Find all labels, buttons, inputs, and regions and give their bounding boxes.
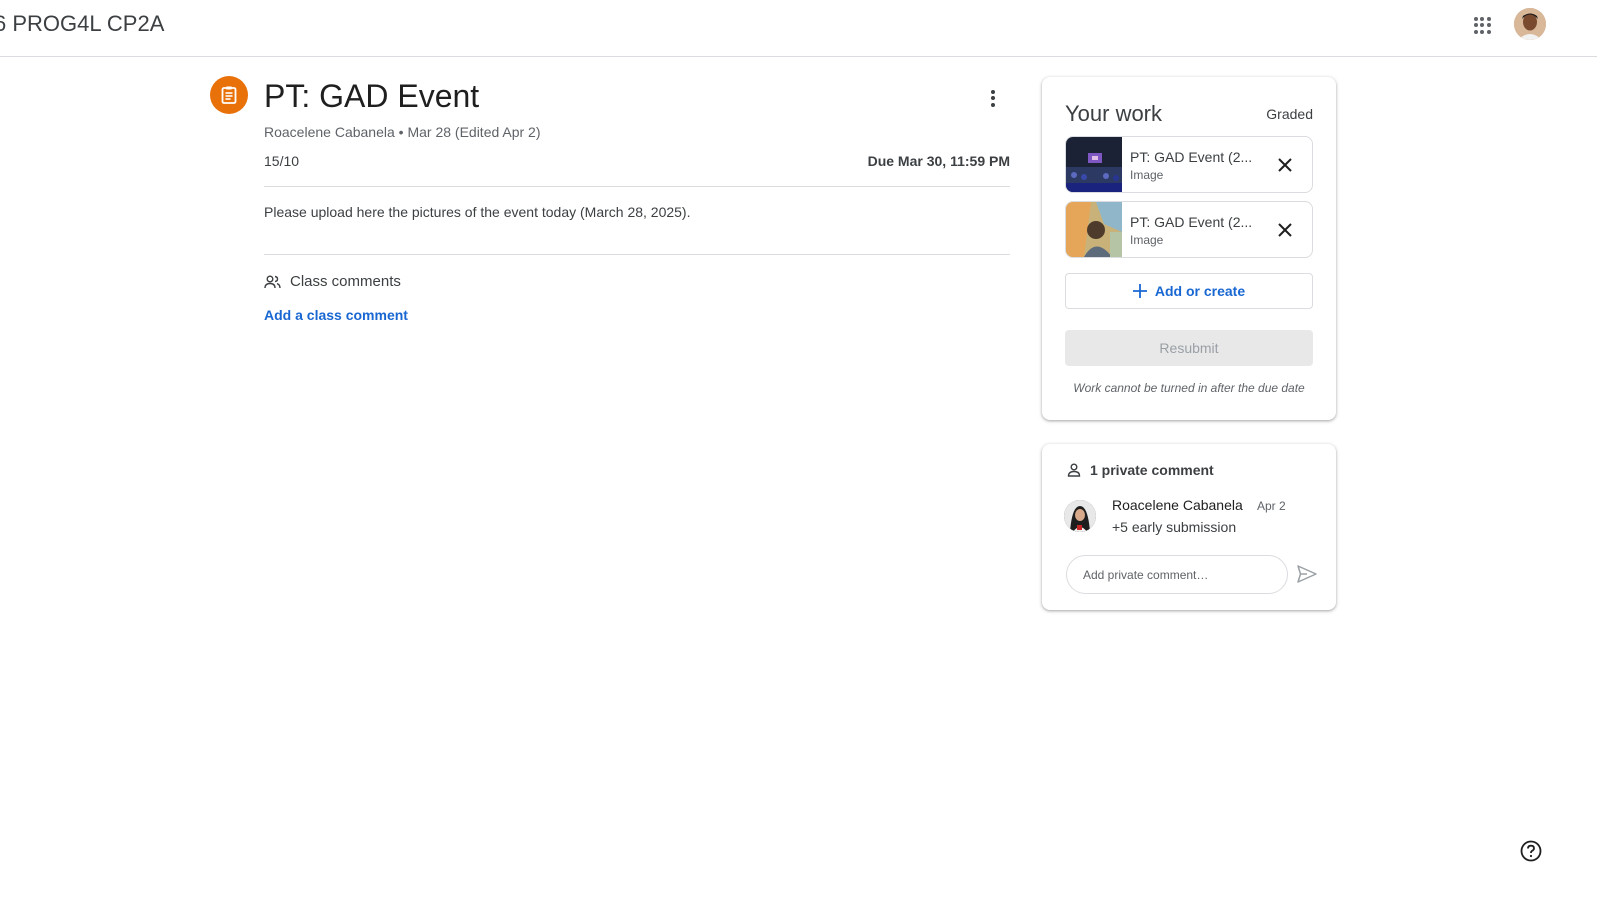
send-button[interactable] <box>1294 561 1320 587</box>
work-status-badge: Graded <box>1266 106 1313 122</box>
add-or-create-button[interactable]: Add or create <box>1065 273 1313 309</box>
your-work-card: Your work Graded PT: GAD Event (2... Ima… <box>1042 77 1336 420</box>
attachment-type: Image <box>1130 233 1164 247</box>
assignment-due-date: Due Mar 30, 11:59 PM <box>867 153 1010 169</box>
person-icon <box>1067 463 1081 477</box>
assignment-instructions: Please upload here the pictures of the e… <box>264 204 691 220</box>
attachment-item[interactable]: PT: GAD Event (2... Image <box>1065 136 1313 193</box>
close-icon[interactable] <box>1270 150 1300 180</box>
send-icon <box>1297 565 1317 583</box>
resubmit-button[interactable]: Resubmit <box>1065 330 1313 366</box>
attachment-thumbnail <box>1066 137 1122 192</box>
comment-date: Apr 2 <box>1257 499 1286 513</box>
work-note: Work cannot be turned in after the due d… <box>1073 381 1305 395</box>
attachment-thumbnail <box>1066 202 1122 257</box>
people-icon <box>264 275 281 288</box>
private-comment-input[interactable] <box>1066 555 1288 594</box>
attachment-type: Image <box>1130 168 1164 182</box>
help-icon <box>1520 840 1542 862</box>
divider <box>264 186 1010 187</box>
comment-text: +5 early submission <box>1112 519 1237 535</box>
attachment-item[interactable]: PT: GAD Event (2... Image <box>1065 201 1313 258</box>
add-or-create-label: Add or create <box>1154 283 1246 299</box>
assignment-icon <box>210 76 248 114</box>
assignment-points: 15/10 <box>264 153 300 169</box>
assignment-title: PT: GAD Event <box>264 78 480 114</box>
more-options-icon[interactable] <box>975 80 1011 116</box>
help-button[interactable] <box>1520 840 1542 862</box>
plus-icon <box>1132 284 1147 298</box>
class-comments-header: Class comments <box>264 273 401 290</box>
google-apps-icon <box>1473 16 1491 34</box>
private-comments-card: 1 private comment Roacelene Cabanela Apr… <box>1042 444 1336 610</box>
attachment-name: PT: GAD Event (2... <box>1130 149 1253 165</box>
add-class-comment-link[interactable]: Add a class comment <box>264 307 408 323</box>
private-comments-label: 1 private comment <box>1090 462 1214 478</box>
assignment-meta: Roacelene Cabanela • Mar 28 (Edited Apr … <box>264 124 541 140</box>
your-work-title: Your work <box>1065 101 1163 126</box>
class-comments-label: Class comments <box>290 273 401 290</box>
close-icon[interactable] <box>1270 215 1300 245</box>
account-avatar[interactable] <box>1514 8 1546 40</box>
avatar[interactable] <box>1064 500 1096 532</box>
private-comments-header: 1 private comment <box>1067 462 1214 478</box>
attachment-name: PT: GAD Event (2... <box>1130 214 1253 230</box>
top-app-bar: 6 PROG4L CP2A <box>0 0 1597 57</box>
course-title[interactable]: 6 PROG4L CP2A <box>0 11 164 37</box>
divider <box>264 254 1010 255</box>
comment-author: Roacelene Cabanela <box>1112 497 1243 513</box>
google-apps-button[interactable] <box>1464 7 1500 43</box>
